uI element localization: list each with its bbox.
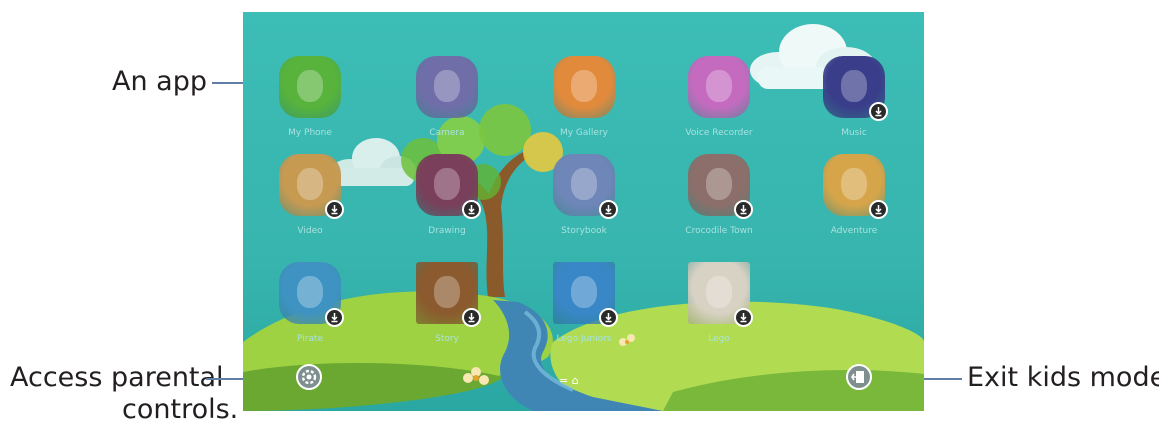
character-figure	[434, 70, 460, 102]
character-figure	[841, 70, 867, 102]
app-label: Lego	[708, 334, 730, 344]
callout-parental-line2: controls.	[122, 394, 239, 425]
character-figure	[841, 168, 867, 200]
callout-an-app: An app	[112, 66, 207, 97]
download-icon[interactable]	[462, 200, 481, 219]
app-label: Crocodile Town	[685, 226, 753, 236]
app-tile[interactable]: Music	[823, 56, 888, 138]
app-label: Story	[435, 334, 459, 344]
download-icon[interactable]	[325, 200, 344, 219]
download-icon[interactable]	[599, 200, 618, 219]
app-tile[interactable]: Lego Juniors	[553, 262, 618, 344]
download-icon[interactable]	[325, 308, 344, 327]
download-icon[interactable]	[869, 200, 888, 219]
parental-controls-button[interactable]	[296, 364, 322, 390]
app-tile[interactable]: Camera	[416, 56, 478, 138]
app-tile[interactable]: My Phone	[279, 56, 341, 138]
character-figure	[571, 168, 597, 200]
app-label: Drawing	[428, 226, 466, 236]
app-label: Storybook	[561, 226, 607, 236]
exit-door-icon	[851, 371, 864, 383]
home-navigation[interactable]: = ⌂	[559, 374, 579, 387]
character-figure	[706, 168, 732, 200]
character-figure	[297, 70, 323, 102]
character-figure	[297, 276, 323, 308]
app-label: Adventure	[830, 226, 878, 236]
character-figure	[706, 70, 732, 102]
crocodile-phone-icon	[279, 56, 341, 118]
sloth-gallery-icon	[553, 56, 615, 118]
app-tile[interactable]: Pirate	[279, 262, 344, 344]
app-tile[interactable]: Adventure	[823, 154, 888, 236]
app-label: Lego Juniors	[556, 334, 612, 344]
download-icon[interactable]	[462, 308, 481, 327]
app-tile[interactable]: Story	[416, 262, 481, 344]
app-tile[interactable]: Voice Recorder	[685, 56, 753, 138]
app-label: My Phone	[288, 128, 332, 138]
app-label: Voice Recorder	[685, 128, 753, 138]
app-label: My Gallery	[559, 128, 608, 138]
pink-walrus-icon	[688, 56, 750, 118]
character-figure	[571, 276, 597, 308]
character-figure	[706, 276, 732, 308]
character-figure	[434, 276, 460, 308]
download-icon[interactable]	[734, 200, 753, 219]
gear-icon	[301, 369, 317, 385]
app-label: Music	[841, 128, 867, 138]
download-icon[interactable]	[869, 102, 888, 121]
callout-parental-line1: Access parental	[10, 362, 224, 393]
sloth-camera-icon	[416, 56, 478, 118]
app-label: Camera	[429, 128, 465, 138]
app-tile[interactable]: Video	[279, 154, 344, 236]
app-tile[interactable]: Storybook	[553, 154, 618, 236]
character-figure	[297, 168, 323, 200]
app-tile[interactable]: My Gallery	[553, 56, 615, 138]
kids-mode-home-screen: My Phone Camera My Gallery Voice Recorde…	[243, 12, 924, 411]
app-tile[interactable]: Crocodile Town	[685, 154, 753, 236]
app-tile[interactable]: Drawing	[416, 154, 481, 236]
download-icon[interactable]	[599, 308, 618, 327]
app-label: Pirate	[296, 334, 323, 344]
character-figure	[434, 168, 460, 200]
app-tile[interactable]: Lego	[688, 262, 753, 344]
exit-kids-mode-button[interactable]	[846, 364, 872, 390]
character-figure	[571, 70, 597, 102]
download-icon[interactable]	[734, 308, 753, 327]
callout-exit: Exit kids mode.	[967, 362, 1159, 393]
app-label: Video	[297, 226, 323, 236]
